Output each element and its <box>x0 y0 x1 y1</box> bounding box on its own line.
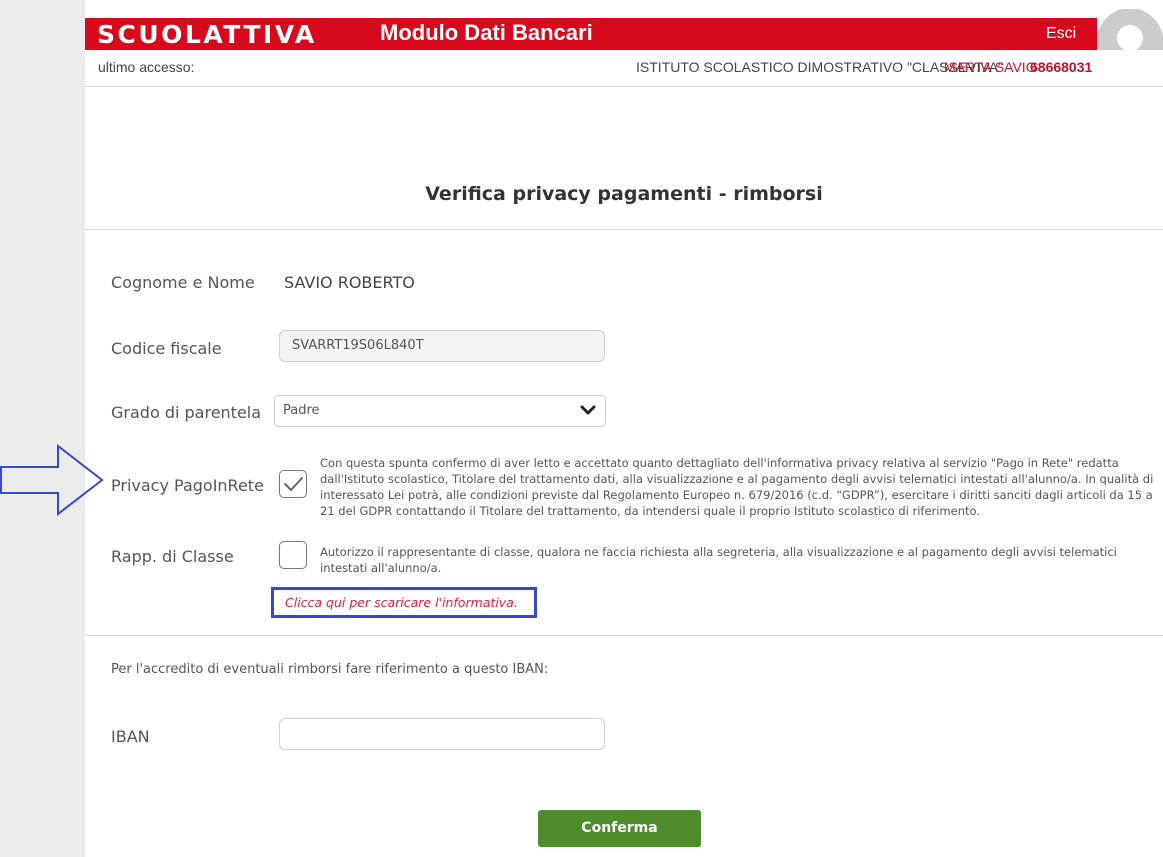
title-divider <box>85 229 1163 230</box>
logout-link[interactable]: Esci <box>1046 18 1076 50</box>
fiscal-code-field[interactable]: SVARRT19S06L840T <box>279 330 605 362</box>
iban-note: Per l'accredito di eventuali rimborsi fa… <box>111 662 549 677</box>
privacy-text: Con questa spunta confermo di aver letto… <box>320 456 1154 518</box>
left-gutter <box>0 0 85 857</box>
fiscal-code-label: Codice fiscale <box>111 339 222 358</box>
user-code: 68668031 <box>1030 59 1093 75</box>
check-icon <box>284 477 303 491</box>
name-value: SAVIO ROBERTO <box>284 273 415 292</box>
user-name: MARTA SAVIO <box>944 59 1037 75</box>
page-title: Verifica privacy pagamenti - rimborsi <box>425 183 823 205</box>
class-rep-label: Rapp. di Classe <box>111 547 234 566</box>
class-rep-text: Autorizzo il rappresentante di classe, q… <box>320 545 1117 575</box>
name-label: Cognome e Nome <box>111 273 255 292</box>
content-area <box>85 0 1163 857</box>
last-access-label: ultimo accesso: <box>98 59 195 75</box>
iban-label: IBAN <box>111 727 150 746</box>
class-rep-checkbox[interactable] <box>279 541 307 569</box>
privacy-checkbox[interactable] <box>279 470 307 498</box>
arrow-right-outline-icon <box>0 443 104 520</box>
download-informativa-link[interactable]: Clicca qui per scaricare l'informativa. <box>271 587 537 618</box>
fiscal-code-value: SVARRT19S06L840T <box>292 338 424 353</box>
kinship-selected-value: Padre <box>283 403 320 418</box>
kinship-select[interactable]: Padre <box>274 395 606 427</box>
module-title: Modulo Dati Bancari <box>380 20 593 45</box>
confirm-button[interactable]: Conferma <box>538 810 701 847</box>
privacy-label: Privacy PagoInRete <box>111 476 264 495</box>
brand-logo: SCUOLATTIVA <box>97 20 317 49</box>
section-divider <box>85 635 1163 636</box>
chevron-down-icon <box>580 405 596 415</box>
kinship-label: Grado di parentela <box>111 403 262 422</box>
iban-input[interactable] <box>279 718 605 750</box>
